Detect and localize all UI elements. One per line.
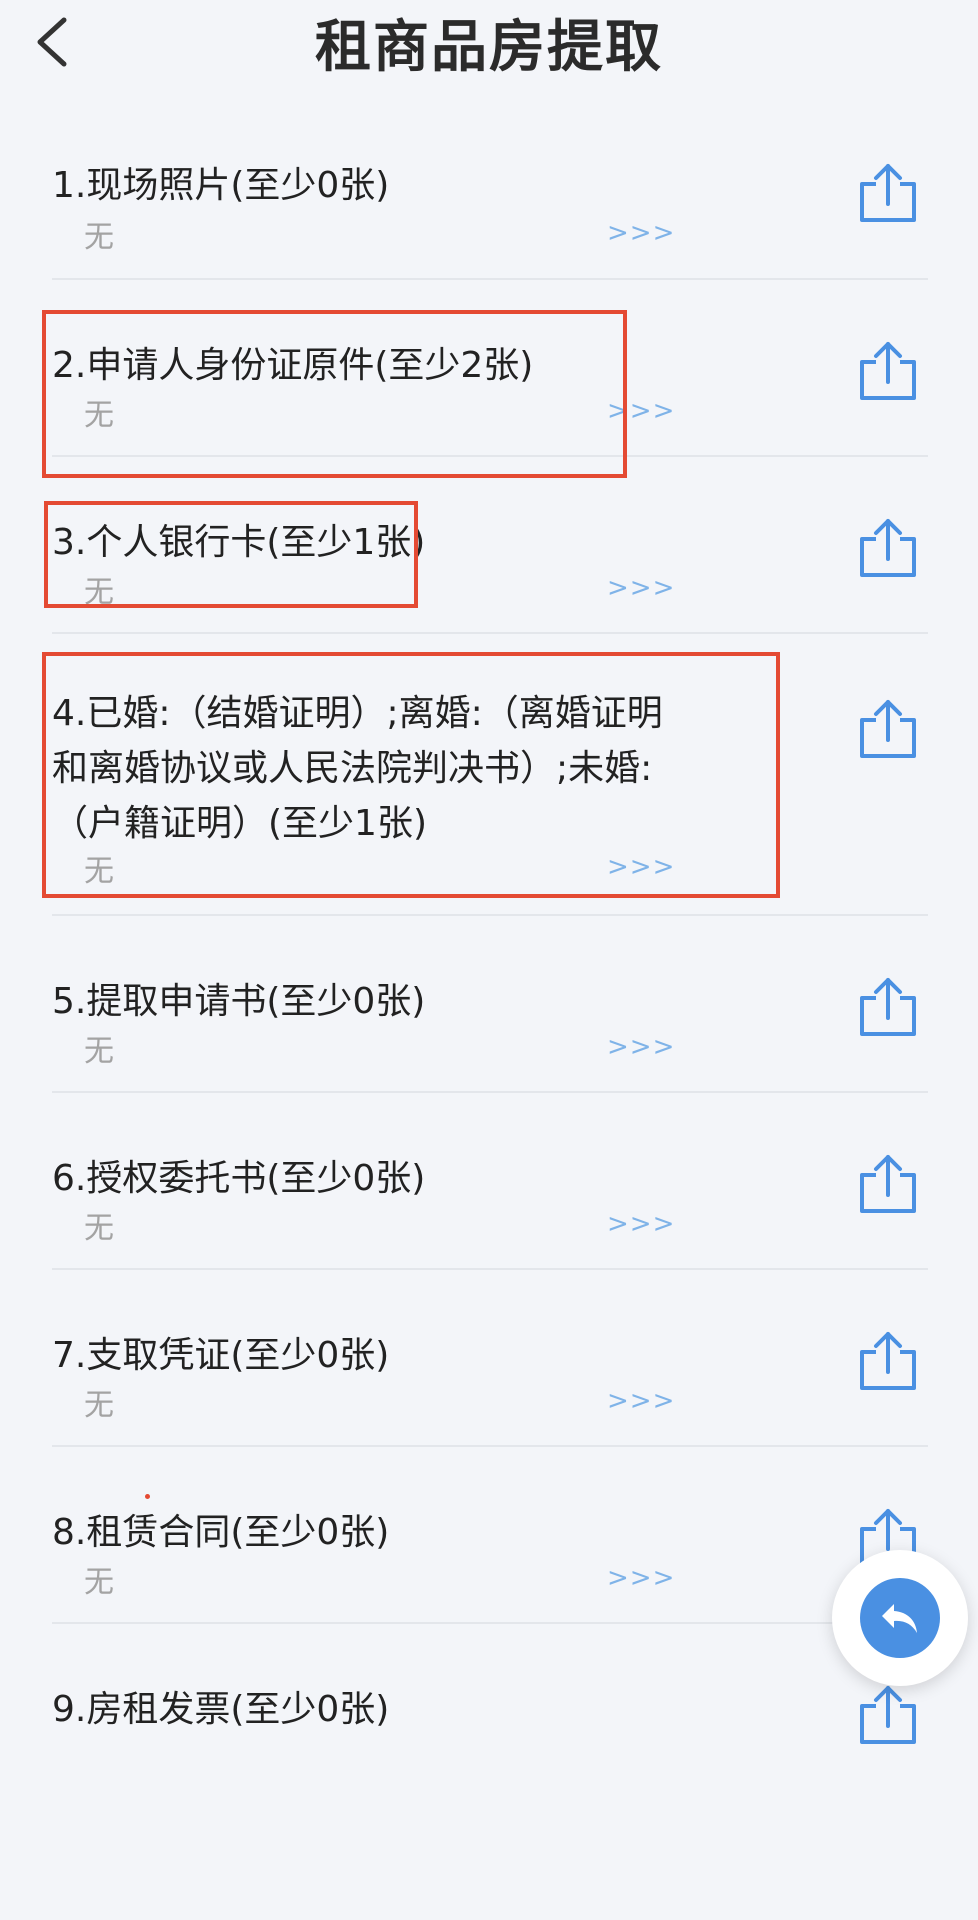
upload-icon <box>860 519 916 577</box>
item-more-link[interactable]: >>> <box>607 1563 675 1593</box>
item-value: 无 <box>84 575 114 610</box>
fab-circle <box>860 1578 940 1658</box>
list-item-marital-status[interactable]: 4.已婚:（结婚证明）;离婚:（离婚证明 和离婚协议或人民法院判决书）;未婚: … <box>0 634 978 916</box>
item-title: 8.租赁合同(至少0张) <box>52 1512 390 1553</box>
list-item-photos[interactable]: 1.现场照片(至少0张) 无 >>> <box>0 100 978 280</box>
upload-icon <box>860 1686 916 1744</box>
upload-icon <box>860 164 916 222</box>
item-more-link[interactable]: >>> <box>607 218 675 248</box>
item-title: 1.现场照片(至少0张) <box>52 165 390 206</box>
upload-button[interactable] <box>856 1153 920 1217</box>
item-more-link[interactable]: >>> <box>607 852 675 882</box>
item-more-link[interactable]: >>> <box>607 1032 675 1062</box>
item-value: 无 <box>84 854 114 889</box>
list-item-rent-invoice[interactable]: 9.房租发票(至少0张) <box>0 1624 978 1824</box>
item-title: 4.已婚:（结婚证明）;离婚:（离婚证明 和离婚协议或人民法院判决书）;未婚: … <box>52 693 663 844</box>
item-value: 无 <box>84 1388 114 1423</box>
list-item-withdrawal-voucher[interactable]: 7.支取凭证(至少0张) 无 >>> <box>0 1270 978 1447</box>
upload-button[interactable] <box>856 976 920 1040</box>
item-more-link[interactable]: >>> <box>607 1209 675 1239</box>
upload-button[interactable] <box>856 1684 920 1748</box>
list-item-id-card[interactable]: 2.申请人身份证原件(至少2张) 无 >>> <box>0 280 978 457</box>
list-item-lease-contract[interactable]: 8.租赁合同(至少0张) 无 >>> <box>0 1447 978 1624</box>
annotation-dot <box>145 1494 150 1499</box>
upload-icon <box>860 1332 916 1390</box>
upload-button[interactable] <box>856 340 920 404</box>
header: 租商品房提取 <box>0 0 978 100</box>
page-title: 租商品房提取 <box>315 15 663 80</box>
list-item-authorization[interactable]: 6.授权委托书(至少0张) 无 >>> <box>0 1093 978 1270</box>
item-more-link[interactable]: >>> <box>607 396 675 426</box>
item-more-link[interactable]: >>> <box>607 573 675 603</box>
upload-button[interactable] <box>856 698 920 762</box>
list-item-application[interactable]: 5.提取申请书(至少0张) 无 >>> <box>0 916 978 1093</box>
item-value: 无 <box>84 1565 114 1600</box>
item-title: 2.申请人身份证原件(至少2张) <box>52 345 534 386</box>
item-title: 6.授权委托书(至少0张) <box>52 1158 426 1199</box>
item-value: 无 <box>84 398 114 433</box>
upload-icon <box>860 1155 916 1213</box>
item-title: 7.支取凭证(至少0张) <box>52 1335 390 1376</box>
document-list: 1.现场照片(至少0张) 无 >>> 2.申请人身份证原件(至少2张) 无 >>… <box>0 100 978 1824</box>
upload-button[interactable] <box>856 517 920 581</box>
item-value: 无 <box>84 1034 114 1069</box>
return-fab[interactable] <box>832 1550 968 1686</box>
upload-icon <box>860 700 916 758</box>
item-title: 9.房租发票(至少0张) <box>52 1689 390 1730</box>
upload-button[interactable] <box>856 1330 920 1394</box>
upload-button[interactable] <box>856 162 920 226</box>
upload-icon <box>860 342 916 400</box>
item-value: 无 <box>84 220 114 255</box>
undo-arrow-icon <box>882 1604 917 1633</box>
item-more-link[interactable]: >>> <box>607 1386 675 1416</box>
item-title: 5.提取申请书(至少0张) <box>52 981 426 1022</box>
list-item-bank-card[interactable]: 3.个人银行卡(至少1张) 无 >>> <box>0 457 978 634</box>
upload-icon <box>860 978 916 1036</box>
item-title: 3.个人银行卡(至少1张) <box>52 522 426 563</box>
item-value: 无 <box>84 1211 114 1246</box>
